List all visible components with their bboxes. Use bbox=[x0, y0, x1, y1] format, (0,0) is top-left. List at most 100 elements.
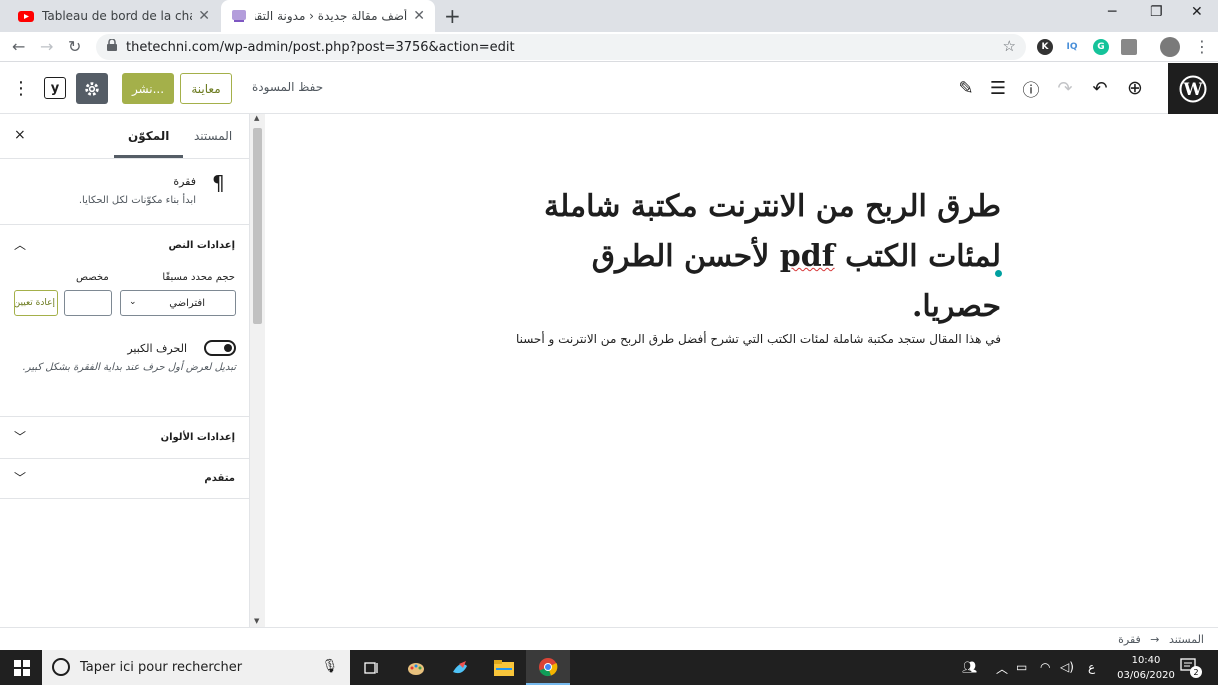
close-tab-icon[interactable]: ✕ bbox=[198, 8, 210, 24]
battery-icon[interactable]: ▭ bbox=[1016, 660, 1027, 674]
extension-box-icon[interactable] bbox=[1121, 39, 1137, 55]
task-view-button[interactable] bbox=[350, 650, 394, 685]
taskbar-search-placeholder: Taper ici pour rechercher bbox=[80, 660, 243, 675]
drop-cap-label: الحرف الكبير bbox=[127, 342, 187, 355]
reset-button-label: إعادة تعيين bbox=[14, 298, 55, 308]
tab-block[interactable]: المكوّن bbox=[113, 129, 184, 158]
bookmark-star-icon[interactable]: ☆ bbox=[1003, 37, 1016, 55]
clock-date: 03/06/2020 bbox=[1117, 670, 1175, 681]
text-settings-title[interactable]: إعدادات النص bbox=[169, 240, 235, 251]
divider bbox=[0, 498, 250, 499]
post-title[interactable]: طرق الربح من الانترنت مكتبة شاملة لمئات … bbox=[505, 182, 1001, 332]
profile-avatar[interactable] bbox=[1160, 37, 1180, 57]
start-button[interactable] bbox=[0, 650, 44, 685]
redo-icon[interactable]: ↷ bbox=[1054, 77, 1076, 99]
scroll-up-arrow-icon[interactable]: ▲ bbox=[254, 114, 259, 122]
taskbar-app-paint3d[interactable] bbox=[438, 650, 482, 685]
folder-icon bbox=[494, 659, 514, 676]
close-sidebar-button[interactable]: × bbox=[14, 127, 26, 143]
notification-button[interactable]: 2 bbox=[1180, 658, 1202, 678]
outline-list-icon[interactable]: ☰ bbox=[987, 77, 1009, 99]
browser-tab-youtube[interactable]: Tableau de bord de la chaîne - Yo ✕ bbox=[8, 0, 220, 32]
settings-button[interactable] bbox=[76, 73, 108, 104]
grammarly-icon[interactable]: G bbox=[1093, 39, 1109, 55]
block-inserter-dot[interactable] bbox=[995, 270, 1002, 277]
inserter-plus-icon[interactable]: ⊕ bbox=[1124, 77, 1146, 99]
chrome-menu-icon[interactable]: ⋮ bbox=[1194, 37, 1210, 56]
undo-icon[interactable]: ↶ bbox=[1089, 77, 1111, 99]
divider bbox=[0, 458, 250, 459]
publish-button[interactable]: نشر... bbox=[122, 73, 174, 104]
divider bbox=[0, 416, 250, 417]
chevron-down-icon[interactable]: ﹀ bbox=[14, 469, 26, 486]
post-title-pdf: pdf bbox=[779, 239, 835, 274]
clock-time: 10:40 bbox=[1131, 655, 1161, 666]
preview-button[interactable]: معاينة bbox=[180, 73, 232, 104]
more-menu-icon[interactable]: ⋮ bbox=[10, 77, 32, 99]
taskbar-app-chrome[interactable] bbox=[526, 650, 570, 685]
breadcrumb: المستند → فقرة bbox=[1118, 633, 1204, 646]
chevron-up-icon[interactable]: ︿ bbox=[996, 660, 1008, 677]
font-size-select-value: افتراضي bbox=[169, 297, 205, 309]
custom-size-label: مخصص bbox=[76, 272, 109, 283]
browser-toolbar: ← → ↻ thetechni.com/wp-admin/post.php?po… bbox=[0, 32, 1218, 62]
editor-header: ⋮ y نشر... معاينة حفظ المسودة ✎ ☰ ⓘ ↷ ↶ … bbox=[0, 63, 1218, 114]
sidebar-scrollbar[interactable]: ▲ ▼ bbox=[250, 114, 265, 627]
youtube-icon bbox=[18, 11, 34, 22]
svg-text:W: W bbox=[1182, 80, 1203, 100]
yoast-icon[interactable]: y bbox=[44, 77, 66, 99]
block-breadcrumb: المستند → فقرة bbox=[0, 627, 1218, 650]
taskbar-app-explorer[interactable] bbox=[482, 650, 526, 685]
people-icon[interactable]: 👥︎ bbox=[962, 660, 977, 674]
restore-window-icon[interactable]: ❐ bbox=[1150, 4, 1163, 20]
color-settings-title[interactable]: إعدادات الألوان bbox=[161, 432, 235, 443]
system-clock[interactable]: 10:40 03/06/2020 bbox=[1116, 653, 1176, 683]
wordpress-logo-button[interactable]: W bbox=[1168, 63, 1218, 114]
settings-sidebar: المستند المكوّن × ¶ فقرة ابدأ بناء مكوّن… bbox=[0, 114, 250, 627]
tab-document[interactable]: المستند bbox=[194, 129, 232, 143]
drop-cap-help: تبديل لعرض أول حرف عند بداية الفقرة بشكل… bbox=[22, 362, 236, 373]
info-icon[interactable]: ⓘ bbox=[1020, 77, 1042, 101]
paragraph-block[interactable]: في هذا المقال ستجد مكتبة شاملة لمئات الك… bbox=[505, 332, 1001, 346]
breadcrumb-block[interactable]: فقرة bbox=[1118, 633, 1141, 646]
address-bar[interactable]: thetechni.com/wp-admin/post.php?post=375… bbox=[96, 34, 1026, 60]
drop-cap-toggle[interactable] bbox=[204, 340, 236, 356]
scrollbar-thumb[interactable] bbox=[253, 128, 262, 324]
wordpress-logo-icon: W bbox=[1179, 75, 1207, 102]
extension-iq-icon[interactable]: IQ bbox=[1064, 39, 1080, 55]
close-window-icon[interactable]: ✕ bbox=[1191, 4, 1203, 20]
chevron-up-icon[interactable]: ︿ bbox=[14, 236, 26, 253]
chrome-icon bbox=[539, 657, 558, 676]
save-draft-button[interactable]: حفظ المسودة bbox=[252, 80, 323, 94]
chevron-down-icon[interactable]: ﹀ bbox=[14, 428, 26, 445]
new-tab-button[interactable]: + bbox=[444, 4, 461, 28]
custom-size-input[interactable] bbox=[64, 290, 112, 316]
input-language[interactable]: ع bbox=[1088, 660, 1095, 674]
browser-tab-editor[interactable]: أضف مقالة جديدة ‹ مدونة التقني — ✕ bbox=[221, 0, 435, 32]
preset-size-label: حجم محدد مسبقًا bbox=[162, 272, 235, 283]
paint-3d-icon bbox=[453, 660, 467, 673]
block-card: ¶ فقرة ابدأ بناء مكوّنات لكل الحكايا. bbox=[0, 159, 250, 225]
breadcrumb-arrow-icon: → bbox=[1150, 633, 1160, 646]
back-arrow-icon[interactable]: ← bbox=[12, 37, 25, 56]
reset-button[interactable]: إعادة تعيين bbox=[14, 290, 58, 316]
yoast-label: y bbox=[50, 80, 60, 96]
edit-pencil-icon[interactable]: ✎ bbox=[955, 77, 977, 99]
breadcrumb-document[interactable]: المستند bbox=[1169, 633, 1204, 646]
extension-k-icon[interactable]: K bbox=[1037, 39, 1053, 55]
advanced-title[interactable]: متقدم bbox=[204, 473, 235, 484]
reload-icon[interactable]: ↻ bbox=[68, 37, 81, 56]
scroll-down-arrow-icon[interactable]: ▼ bbox=[254, 617, 259, 625]
block-card-title: فقرة bbox=[173, 175, 196, 188]
close-tab-icon[interactable]: ✕ bbox=[413, 8, 425, 24]
forward-arrow-icon[interactable]: → bbox=[40, 37, 53, 56]
taskbar-app-paint[interactable] bbox=[394, 650, 438, 685]
volume-icon[interactable]: ◁) bbox=[1060, 660, 1074, 674]
font-size-select[interactable]: ⌄ افتراضي bbox=[120, 290, 236, 316]
microphone-icon[interactable]: 🎙 bbox=[321, 659, 338, 674]
minimize-window-icon[interactable]: ─ bbox=[1108, 4, 1116, 20]
taskbar-search[interactable]: Taper ici pour rechercher 🎙 bbox=[42, 650, 350, 685]
settings-gear-icon bbox=[85, 81, 99, 96]
editor-canvas: طرق الربح من الانترنت مكتبة شاملة لمئات … bbox=[265, 114, 1218, 627]
wifi-icon[interactable]: ◠ bbox=[1040, 660, 1050, 674]
